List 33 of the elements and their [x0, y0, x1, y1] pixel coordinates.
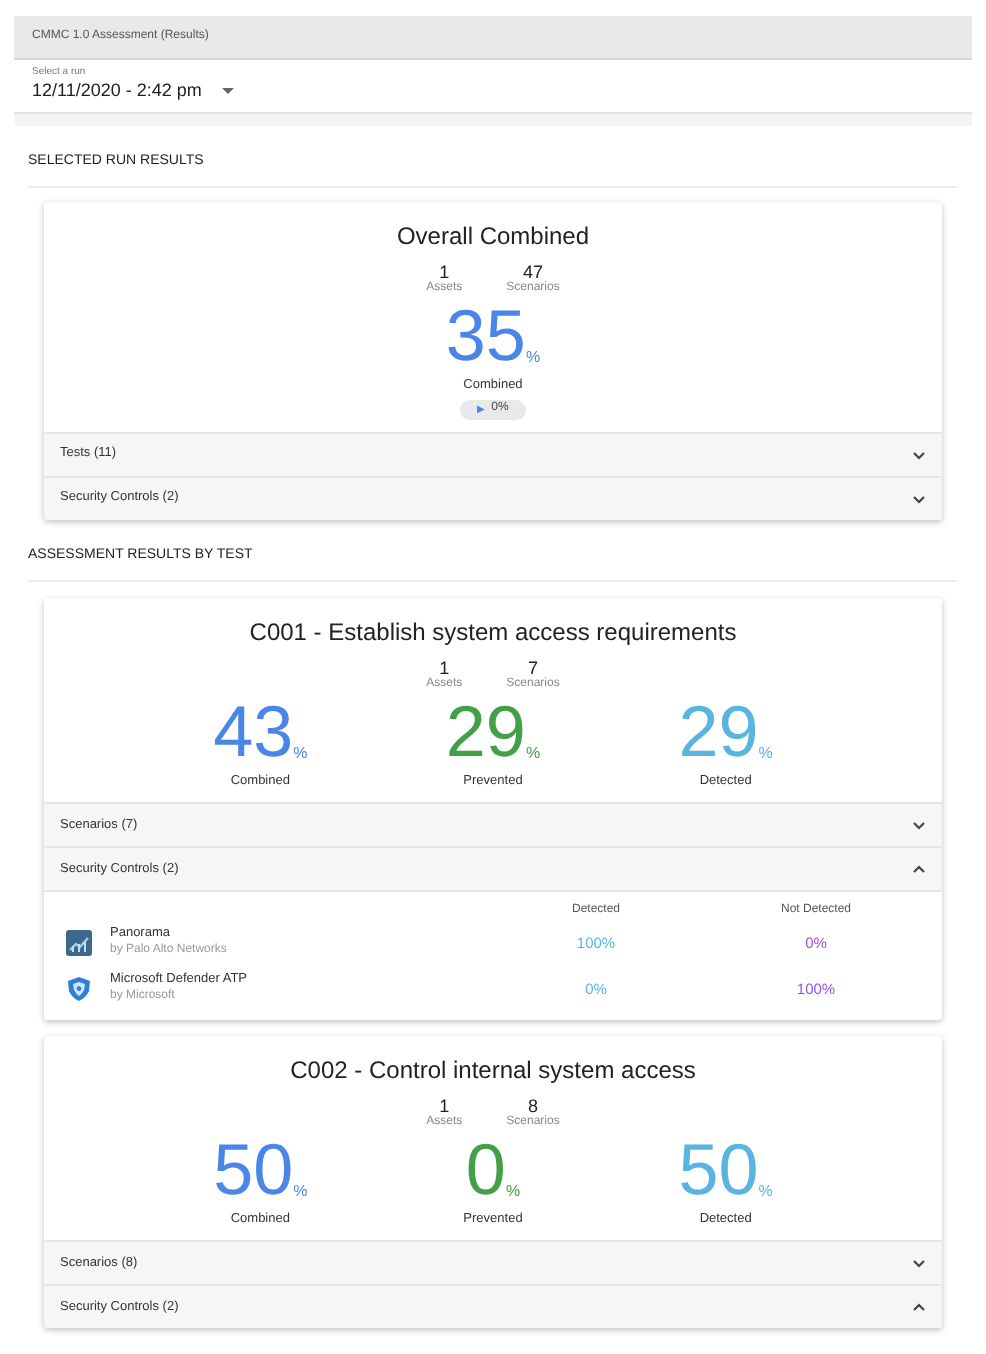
count-value: 1 — [439, 261, 450, 281]
count-value: 7 — [527, 657, 538, 678]
count-value: 1 — [439, 657, 450, 678]
caret-icon — [221, 88, 234, 95]
count-value: 47 — [522, 261, 543, 281]
percent-value: 50 — [213, 1134, 294, 1207]
percent-sign: % — [293, 1182, 308, 1203]
chevron-up-icon — [912, 864, 926, 875]
card-title: C001 - Establish system access requirements — [249, 617, 737, 648]
shield-icon — [66, 975, 92, 1002]
percent-value: 29 — [445, 696, 526, 769]
count-value: 8 — [527, 1095, 538, 1116]
percent-value: 50 — [678, 1134, 759, 1207]
percent-value: 35 — [445, 300, 526, 372]
percent-value: 0 — [465, 1134, 506, 1207]
percent-sign: % — [758, 744, 773, 765]
card-title: C002 - Control internal system access — [290, 1055, 696, 1086]
percent-sign: % — [505, 1182, 521, 1203]
card-title: Overall Combined — [396, 221, 590, 251]
chevron-down-icon — [912, 1258, 926, 1269]
chevron-down-icon — [912, 493, 926, 504]
percent-sign: % — [525, 744, 541, 765]
chevron-up-icon — [912, 1302, 926, 1313]
run-dropdown[interactable]: 12/11/2020 - 2:42 pm — [32, 80, 234, 103]
percent-sign: % — [525, 348, 541, 368]
chevron-down-icon — [912, 449, 926, 460]
chart-logo-icon — [66, 929, 92, 956]
percent-value: 43 — [213, 696, 294, 769]
chevron-down-icon — [912, 820, 926, 831]
percent-sign: % — [293, 744, 308, 765]
percent-sign: % — [758, 1182, 773, 1203]
count-value: 1 — [439, 1095, 450, 1116]
percent-value: 29 — [678, 696, 759, 769]
